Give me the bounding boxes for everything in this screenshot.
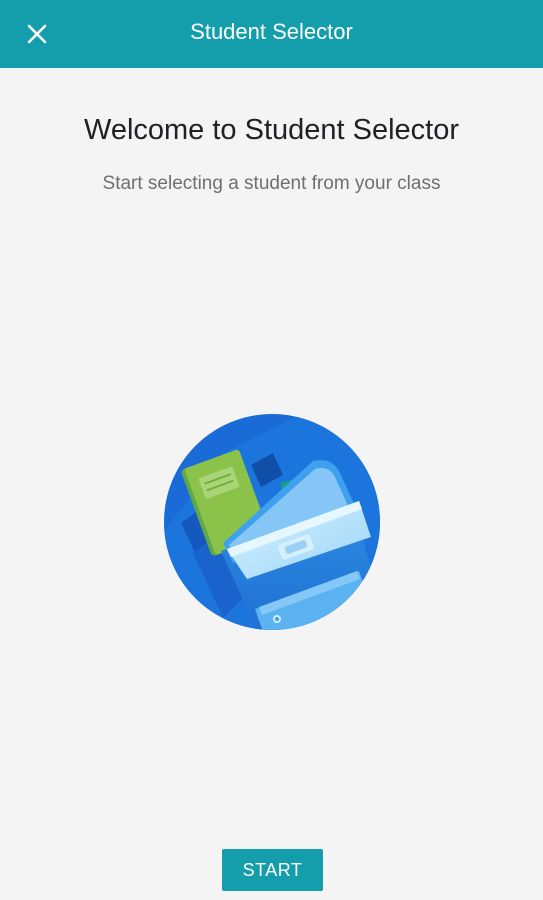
start-button[interactable]: START: [222, 849, 323, 891]
app-bar: Student Selector: [0, 0, 543, 68]
backpack-icon: [164, 414, 380, 630]
app-bar-title: Student Selector: [190, 19, 353, 44]
backpack-illustration: [163, 413, 381, 631]
welcome-headline: Welcome to Student Selector: [83, 114, 460, 146]
welcome-subtitle: Start selecting a student from your clas…: [102, 173, 441, 194]
